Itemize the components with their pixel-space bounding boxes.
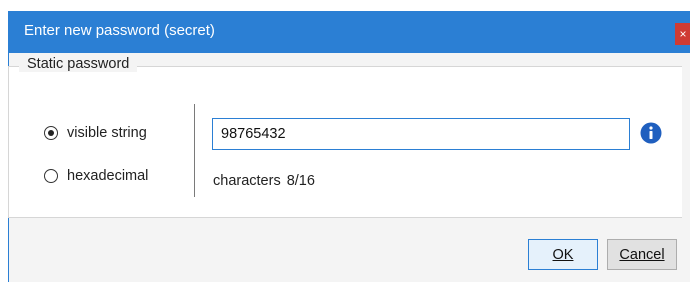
dialog-title: Enter new password (secret) [24, 22, 215, 39]
character-count-value: 8/16 [286, 173, 315, 189]
title-bar: Enter new password (secret) × [9, 11, 690, 53]
group-legend: Static password [19, 56, 138, 72]
radio-button[interactable] [44, 126, 58, 140]
close-button[interactable]: × [675, 23, 690, 45]
radio-visible-string[interactable]: visible string [44, 125, 147, 141]
radio-hexadecimal[interactable]: hexadecimal [44, 168, 148, 184]
password-input[interactable] [212, 118, 630, 150]
character-count: characters 8/16 [213, 173, 315, 189]
radio-label: hexadecimal [67, 168, 149, 184]
radio-label: visible string [67, 125, 147, 141]
ok-button[interactable]: OK [528, 239, 598, 270]
radio-button[interactable] [44, 169, 58, 183]
character-count-label: characters [213, 173, 281, 189]
info-icon[interactable] [640, 122, 662, 144]
vertical-divider [194, 104, 195, 197]
cancel-button[interactable]: Cancel [607, 239, 677, 270]
